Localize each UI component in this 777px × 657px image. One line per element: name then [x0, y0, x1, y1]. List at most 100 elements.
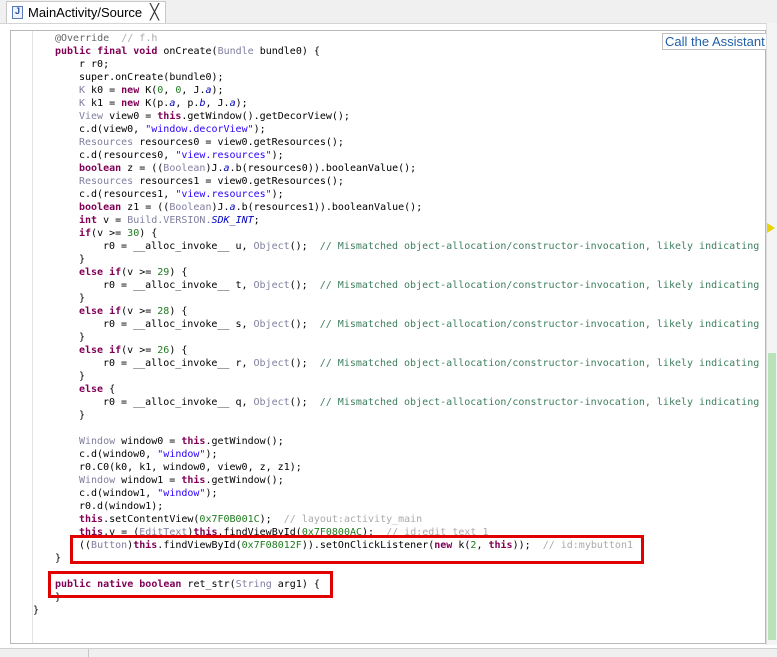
code-token: ret_str( [187, 579, 236, 590]
code-token: resources1 = view0.getResources(); [133, 176, 344, 187]
code-token: window0 = [115, 436, 182, 447]
code-line: r0.d(window1); [79, 500, 163, 513]
call-assistant-button[interactable]: Call the Assistant [662, 33, 768, 50]
tab-mainactivity-source[interactable]: MainActivity/Source ╳ [6, 1, 166, 23]
code-token: Button [91, 540, 128, 551]
code-line: Resources resources0 = view0.getResource… [79, 136, 344, 149]
code-token: "view.resources" [175, 150, 272, 161]
code-token: ) { [139, 228, 158, 239]
code-token: else if [79, 267, 122, 278]
code-token: r0 = __alloc_invoke__ r, [103, 358, 254, 369]
code-token: { [109, 384, 116, 395]
code-token: 0x7F08012F [241, 540, 302, 551]
code-token: Resources [79, 137, 134, 148]
code-token: c.d(resources1, [79, 189, 176, 200]
code-token: , [476, 540, 489, 551]
code-token: } [79, 332, 86, 343]
code-token: .b(resources0)).booleanValue(); [229, 163, 417, 174]
code-token: "window" [157, 488, 206, 499]
code-token: ); [259, 514, 284, 525]
code-token: .getWindow().getDecorView(); [181, 111, 350, 122]
code-line: else { [79, 383, 115, 396]
code-token: this [79, 527, 104, 538]
java-file-icon [12, 6, 23, 19]
code-line: } [55, 552, 61, 565]
code-line: this.v = (EditText)this.findViewById(0x7… [79, 526, 488, 539]
code-token: view0 = [103, 111, 158, 122]
code-line: c.d(view0, "window.decorView"); [79, 123, 266, 136]
code-token: Object [253, 358, 290, 369]
code-token: r0.C0(k0, k1, window0, view0, z, z1); [79, 462, 302, 473]
code-token: // f.h [121, 33, 158, 44]
code-token: // Mismatched object-allocation/construc… [319, 358, 760, 369]
code-token: .setContentView( [103, 514, 200, 525]
code-token: @Override [55, 33, 122, 44]
code-line: Resources resources1 = view0.getResource… [79, 175, 344, 188]
code-token: (); [289, 358, 320, 369]
code-token: (); [289, 241, 320, 252]
code-token: ); [362, 527, 387, 538]
close-icon[interactable]: ╳ [150, 3, 159, 21]
code-token: public native boolean [55, 579, 188, 590]
code-line: else if(v >= 29) { [79, 266, 187, 279]
code-line: } [55, 591, 61, 604]
code-token: , [163, 85, 176, 96]
code-line: else if(v >= 26) { [79, 344, 187, 357]
code-token: Build.VERSION. [127, 215, 212, 226]
code-token: // Mismatched object-allocation/construc… [319, 397, 760, 408]
code-token: ); [271, 150, 284, 161]
code-token: c.d(view0, [79, 124, 146, 135]
vertical-scrollbar[interactable] [766, 23, 777, 645]
code-token: new [434, 540, 459, 551]
code-line: r0 = __alloc_invoke__ s, Object(); // Mi… [103, 318, 759, 331]
code-token: Object [253, 397, 290, 408]
code-token: .findViewById( [217, 527, 302, 538]
code-token: (v >= [121, 267, 158, 278]
code-token: K( [145, 85, 158, 96]
code-token: r0 = __alloc_invoke__ t, [103, 280, 254, 291]
code-token: Resources [79, 176, 134, 187]
code-token: k1 = [85, 98, 122, 109]
code-token: v = [103, 215, 128, 226]
code-token: .getWindow(); [205, 436, 284, 447]
code-line: K k0 = new K(0, 0, J.a); [79, 84, 224, 97]
code-token: 26 [157, 345, 170, 356]
code-token: this [488, 540, 513, 551]
code-token: z = (( [127, 163, 164, 174]
code-line: View view0 = this.getWindow().getDecorVi… [79, 110, 350, 123]
code-token: (( [79, 540, 92, 551]
code-token: bundle0) { [253, 46, 320, 57]
code-token: else [79, 384, 110, 395]
code-token: } [55, 553, 62, 564]
code-token: ; [253, 215, 260, 226]
code-token: } [33, 605, 40, 616]
code-token: ) { [169, 267, 188, 278]
code-line: c.d(window0, "window"); [79, 448, 218, 461]
code-line: } [79, 409, 85, 422]
code-token: else if [79, 306, 122, 317]
code-line: r0 = __alloc_invoke__ r, Object(); // Mi… [103, 357, 759, 370]
code-area[interactable]: @Override // f.h public final void onCrea… [33, 31, 765, 643]
code-token: 0x7F0B001C [199, 514, 260, 525]
code-token: Object [253, 319, 290, 330]
code-token: // Mismatched object-allocation/construc… [319, 319, 760, 330]
scrollbar-thumb[interactable] [768, 353, 776, 640]
code-token: 30 [127, 228, 140, 239]
code-token: EditText [139, 527, 188, 538]
code-token: .b(resources1)).booleanValue(); [235, 202, 423, 213]
code-token: public final void [55, 46, 164, 57]
code-token: c.d(resources0, [79, 150, 176, 161]
code-token: r0 = __alloc_invoke__ q, [103, 397, 254, 408]
code-token: )); [512, 540, 543, 551]
code-token: this [133, 540, 158, 551]
code-token: (); [289, 319, 320, 330]
code-line: r0 = __alloc_invoke__ t, Object(); // Mi… [103, 279, 759, 292]
code-line: int v = Build.VERSION.SDK_INT; [79, 214, 260, 227]
code-token: z1 = (( [127, 202, 170, 213]
code-line: } [79, 370, 85, 383]
code-line: super.onCreate(bundle0); [79, 71, 224, 84]
code-editor[interactable]: @Override // f.h public final void onCrea… [10, 30, 766, 644]
code-token: 29 [157, 267, 170, 278]
editor-tab-bar: MainActivity/Source ╳ [0, 0, 777, 24]
code-line: } [79, 292, 85, 305]
